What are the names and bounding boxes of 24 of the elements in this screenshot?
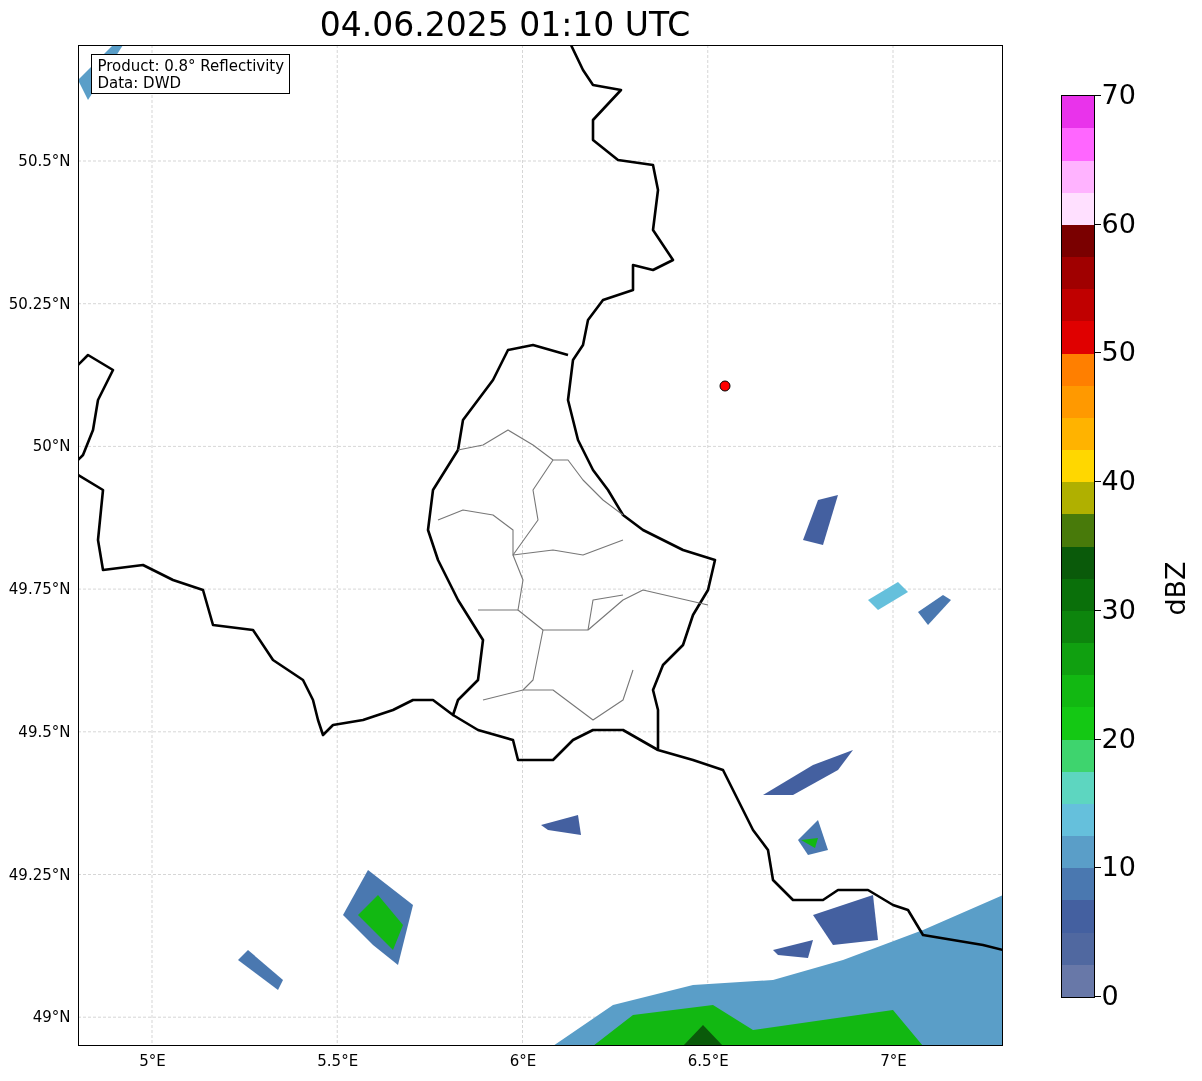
- colorbar-tick-label: 10: [1095, 852, 1136, 883]
- axis-tick-label: 49°N: [32, 1008, 71, 1027]
- colorbar-label: dBZ: [1159, 560, 1191, 616]
- axis-tick-label: 5.5°E: [317, 1052, 359, 1070]
- colorbar-tick-label: 60: [1095, 208, 1136, 239]
- colorbar-tick-label: 50: [1095, 337, 1136, 368]
- axis-tick-label: 50.5°N: [18, 152, 71, 170]
- legend-text: Product: 0.8° Reflectivity: [97, 58, 285, 75]
- colorbar-tick-label: 20: [1095, 723, 1136, 754]
- axis-tick-label: 50°N: [32, 437, 71, 456]
- axis-tick-label: 5°E: [139, 1052, 166, 1070]
- legend-text: Data: DWD: [97, 75, 183, 92]
- axis-tick-label: 50.25°N: [8, 294, 71, 313]
- colorbar-tick-label: 0: [1095, 980, 1136, 1011]
- colorbar-tick-label: 40: [1095, 466, 1136, 497]
- colorbar-tick-label: 30: [1095, 594, 1136, 625]
- chart-title: 04.06.2025 01:10 UTC: [319, 5, 691, 45]
- axis-tick-label: 6.5°E: [687, 1052, 729, 1070]
- axis-tick-label: 49.75°N: [8, 580, 71, 599]
- axis-tick-label: 7°E: [880, 1052, 907, 1070]
- axis-tick-label: 49.25°N: [8, 865, 71, 884]
- axis-tick-label: 49.5°N: [18, 722, 71, 741]
- axis-tick-label: 6°E: [509, 1052, 537, 1070]
- colorbar-tick-label: 70: [1095, 80, 1136, 110]
